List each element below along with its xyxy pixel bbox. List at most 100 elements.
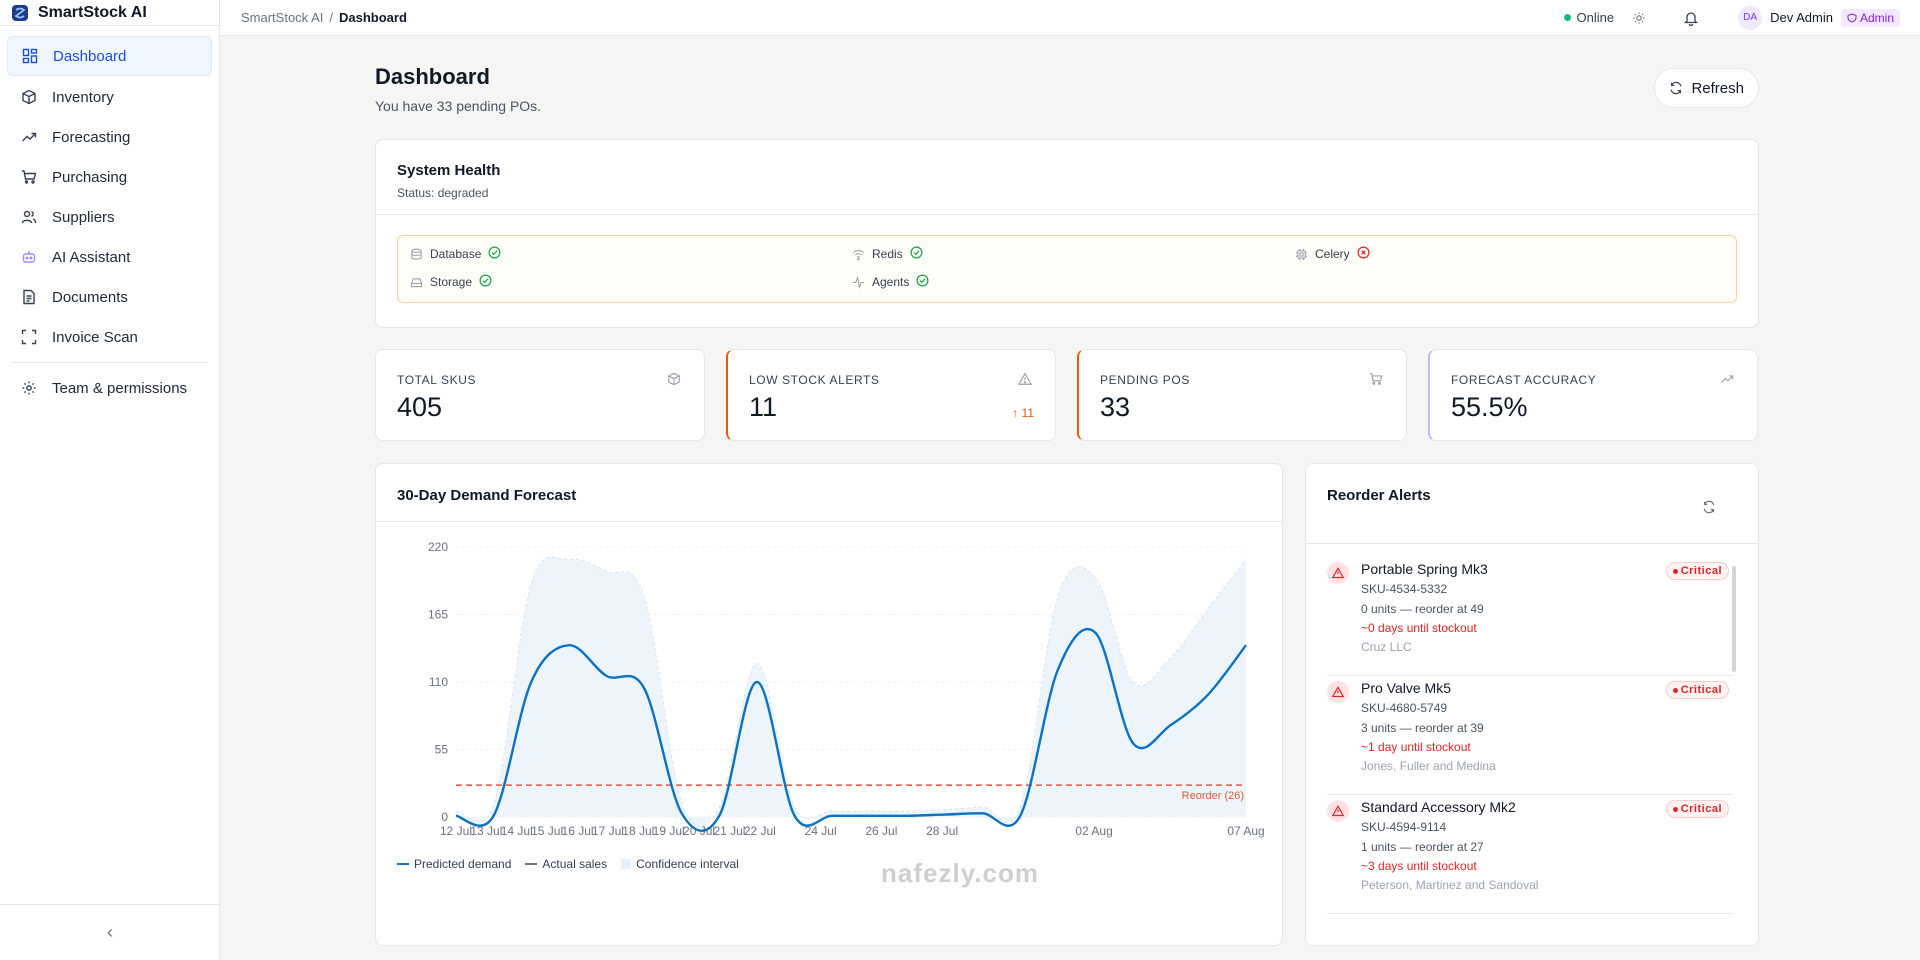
- system-health-title: System Health: [397, 162, 501, 179]
- stat-card-forecast-accuracy[interactable]: FORECAST ACCURACY 55.5%: [1428, 349, 1758, 441]
- service-name: Celery: [1315, 247, 1350, 261]
- service-redis: Redis: [851, 246, 923, 262]
- sidebar-item-suppliers[interactable]: Suppliers: [7, 198, 212, 236]
- check-icon: [488, 246, 501, 262]
- sidebar-item-inventory[interactable]: Inventory: [7, 78, 212, 116]
- refresh-icon[interactable]: [1702, 500, 1718, 516]
- legend-swatch-dashed: [525, 863, 538, 865]
- stat-value: 55.5%: [1451, 392, 1528, 422]
- breadcrumb: SmartStock AI / Dashboard: [241, 10, 407, 25]
- top-bar: SmartStock AI / Dashboard Online DA Dev …: [220, 0, 1920, 36]
- sun-icon: [1633, 11, 1645, 24]
- service-storage: Storage: [409, 274, 492, 290]
- chevron-left-icon: ‹: [107, 922, 113, 942]
- stat-card-pending-pos[interactable]: PENDING POS 33: [1077, 349, 1407, 441]
- legend-swatch-area: [621, 859, 632, 869]
- check-icon: [916, 274, 929, 290]
- cart-icon: [20, 168, 38, 186]
- y-tick-label: 165: [428, 608, 448, 622]
- alert-product-name: Portable Spring Mk3: [1361, 561, 1488, 577]
- watermark: nafezly.com: [881, 858, 1039, 888]
- document-icon: [20, 288, 38, 306]
- gear-icon: [20, 379, 38, 397]
- stat-delta-value: 11: [1021, 406, 1034, 420]
- stat-label: FORECAST ACCURACY: [1451, 373, 1597, 387]
- x-tick-label: 02 Aug: [1075, 824, 1112, 838]
- alert-triangle-icon: [1327, 681, 1349, 703]
- theme-toggle-button[interactable]: [1628, 7, 1650, 29]
- role-badge: Admin: [1840, 8, 1900, 27]
- sidebar-item-dashboard[interactable]: Dashboard: [7, 36, 212, 76]
- role-text: Admin: [1859, 10, 1894, 25]
- page-header: Dashboard You have 33 pending POs. Refre…: [375, 36, 1759, 139]
- alert-product-name: Pro Valve Mk5: [1361, 680, 1451, 696]
- alert-supplier: Peterson, Martinez and Sandoval: [1361, 878, 1539, 892]
- demand-forecast-chart[interactable]: 05511016522012 Jul13 Jul14 Jul15 Jul16 J…: [376, 522, 1282, 852]
- legend-label: Actual sales: [542, 857, 608, 871]
- sidebar: SmartStock AI Dashboard Inventory Foreca…: [0, 0, 220, 960]
- status-text: Online: [1576, 10, 1615, 25]
- shield-icon: [1847, 12, 1857, 23]
- sidebar-item-team-permissions[interactable]: Team & permissions: [7, 369, 212, 407]
- breadcrumb-root[interactable]: SmartStock AI: [241, 10, 323, 25]
- sidebar-divider: [11, 362, 208, 363]
- bot-icon: [20, 248, 38, 266]
- check-icon: [479, 274, 492, 290]
- sidebar-item-documents[interactable]: Documents: [7, 278, 212, 316]
- alert-list: Portable Spring Mk3 SKU-4534-5332 0 unit…: [1327, 557, 1733, 914]
- alert-item[interactable]: Standard Accessory Mk2 SKU-4594-9114 1 u…: [1327, 795, 1733, 914]
- legend-label: Confidence interval: [636, 857, 739, 871]
- trending-up-icon: [1720, 372, 1736, 388]
- user-menu[interactable]: DA Dev Admin Admin: [1738, 5, 1900, 30]
- refresh-button[interactable]: Refresh: [1654, 68, 1759, 108]
- notifications-button[interactable]: [1680, 7, 1702, 29]
- sidebar-item-label: Inventory: [52, 88, 114, 106]
- badge-text: Critical: [1680, 803, 1722, 815]
- database-icon: [409, 247, 423, 261]
- logo-icon: [10, 3, 30, 23]
- y-tick-label: 110: [429, 675, 448, 689]
- stat-card-low-stock-alerts[interactable]: LOW STOCK ALERTS 11 ↑ 11: [726, 349, 1056, 441]
- service-name: Storage: [430, 275, 473, 289]
- alert-stockout: ~3 days until stockout: [1361, 859, 1477, 873]
- refresh-label: Refresh: [1691, 79, 1744, 97]
- legend-label: Predicted demand: [414, 857, 512, 871]
- demand-forecast-title: 30-Day Demand Forecast: [397, 487, 577, 504]
- sidebar-item-purchasing[interactable]: Purchasing: [7, 158, 212, 196]
- users-icon: [20, 208, 38, 226]
- reorder-alerts-title: Reorder Alerts: [1327, 487, 1431, 504]
- system-health-card: System Health Status: degraded Database …: [375, 139, 1759, 328]
- alert-units: 1 units — reorder at 27: [1361, 840, 1484, 854]
- page-title: Dashboard: [375, 64, 490, 89]
- legend-item-confidence[interactable]: Confidence interval: [621, 857, 739, 871]
- legend-item-actual[interactable]: Actual sales: [525, 857, 607, 871]
- x-tick-label: 17 Jul: [592, 824, 624, 838]
- legend-item-predicted[interactable]: Predicted demand: [397, 857, 511, 871]
- page-subtitle: You have 33 pending POs.: [375, 98, 542, 114]
- dashboard-icon: [21, 47, 39, 65]
- sidebar-item-ai-assistant[interactable]: AI Assistant: [7, 238, 212, 276]
- sidebar-item-forecasting[interactable]: Forecasting: [7, 118, 212, 156]
- brand[interactable]: SmartStock AI: [0, 0, 219, 26]
- sidebar-item-label: Forecasting: [52, 128, 131, 146]
- badge-dot: [1672, 568, 1678, 574]
- alert-item[interactable]: Portable Spring Mk3 SKU-4534-5332 0 unit…: [1327, 557, 1733, 676]
- user-name: Dev Admin: [1770, 10, 1833, 25]
- alert-triangle-icon: [1327, 800, 1349, 822]
- sidebar-item-label: AI Assistant: [52, 248, 131, 266]
- badge-dot: [1672, 687, 1678, 693]
- y-tick-label: 220: [428, 540, 448, 554]
- stat-label: TOTAL SKUS: [397, 373, 477, 387]
- package-icon: [667, 372, 683, 388]
- x-tick-label: 12 Jul: [440, 824, 472, 838]
- sidebar-nav: Dashboard Inventory Forecasting Purchasi…: [0, 26, 219, 407]
- stat-card-total-skus[interactable]: TOTAL SKUS 405: [375, 349, 705, 441]
- wifi-icon: [851, 247, 865, 261]
- sidebar-collapse-button[interactable]: ‹: [0, 904, 220, 960]
- sidebar-item-label: Team & permissions: [52, 379, 188, 397]
- sidebar-item-invoice-scan[interactable]: Invoice Scan: [7, 318, 212, 356]
- cart-icon: [1369, 372, 1385, 388]
- alert-item[interactable]: Pro Valve Mk5 SKU-4680-5749 3 units — re…: [1327, 676, 1733, 795]
- alert-triangle-icon: [1327, 562, 1349, 584]
- sidebar-item-label: Purchasing: [52, 168, 128, 186]
